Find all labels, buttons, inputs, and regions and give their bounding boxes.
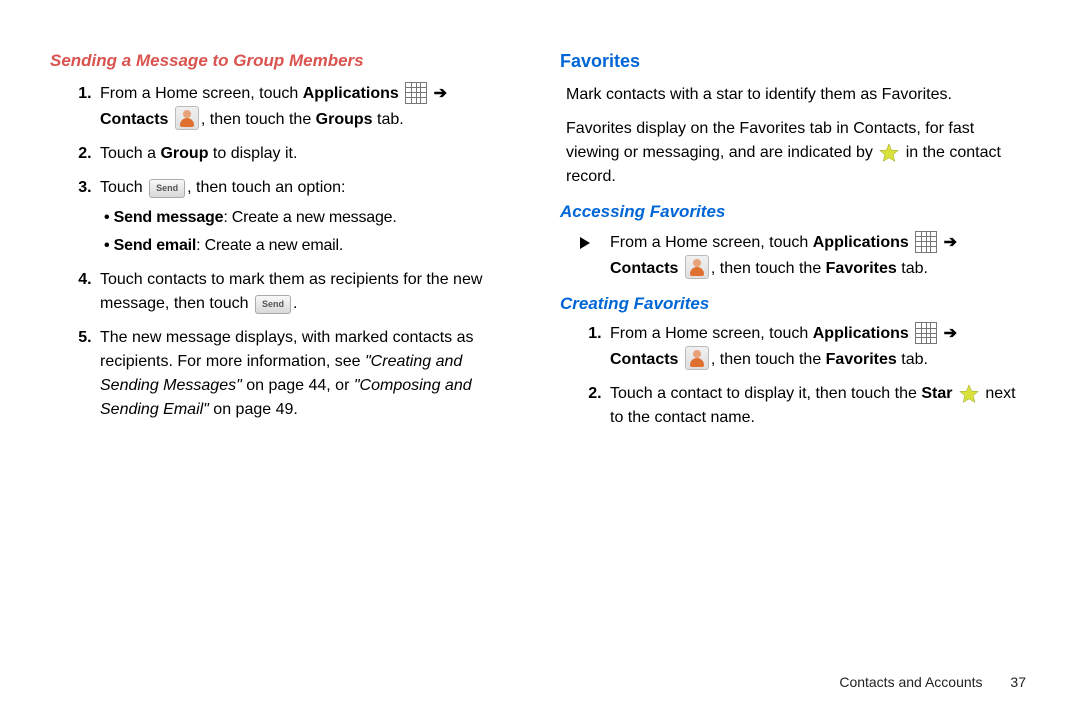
contacts-icon <box>685 346 709 370</box>
creating-step-1: From a Home screen, touch Applications ➔… <box>606 322 1030 372</box>
step-4: Touch contacts to mark them as recipient… <box>96 268 520 316</box>
send-button-icon: Send <box>149 179 185 199</box>
favorites-intro-2: Favorites display on the Favorites tab i… <box>566 117 1030 189</box>
applications-icon <box>915 322 937 344</box>
contacts-icon <box>685 255 709 279</box>
page-footer: Contacts and Accounts 37 <box>839 674 1026 690</box>
accessing-step: From a Home screen, touch Applications ➔… <box>606 231 1030 281</box>
footer-page-number: 37 <box>1010 674 1026 690</box>
contacts-icon <box>175 106 199 130</box>
creating-step-2: Touch a contact to display it, then touc… <box>606 382 1030 430</box>
star-icon <box>879 143 899 163</box>
bullet-send-message: Send message: Create a new message. <box>100 206 520 230</box>
left-column: Sending a Message to Group Members From … <box>50 44 520 440</box>
send-button-icon: Send <box>255 295 291 315</box>
step-2: Touch a Group to display it. <box>96 142 520 166</box>
heading-sending-message: Sending a Message to Group Members <box>50 48 520 74</box>
step-1: From a Home screen, touch Applications ➔… <box>96 82 520 132</box>
star-icon <box>959 384 979 404</box>
favorites-intro-1: Mark contacts with a star to identify th… <box>566 83 1030 107</box>
applications-icon <box>405 82 427 104</box>
step-3: Touch Send, then touch an option: Send m… <box>96 176 520 258</box>
step-5: The new message displays, with marked co… <box>96 326 520 422</box>
applications-icon <box>915 231 937 253</box>
heading-favorites: Favorites <box>560 48 1030 75</box>
bullet-send-email: Send email: Create a new email. <box>100 234 520 258</box>
heading-accessing-favorites: Accessing Favorites <box>560 199 1030 225</box>
footer-section: Contacts and Accounts <box>839 674 982 690</box>
heading-creating-favorites: Creating Favorites <box>560 291 1030 317</box>
right-column: Favorites Mark contacts with a star to i… <box>560 44 1030 440</box>
